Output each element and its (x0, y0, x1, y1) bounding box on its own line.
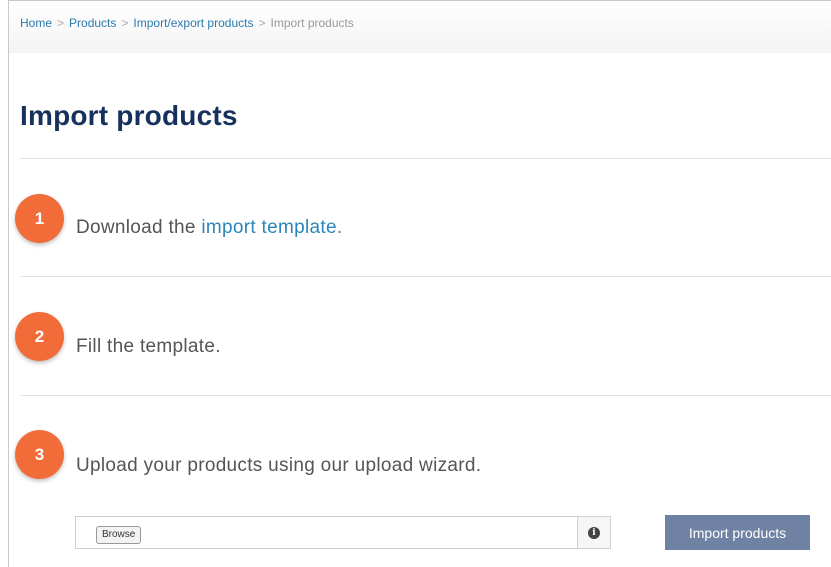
breadcrumb-bar: Home > Products > Import/export products > Imp… (9, 1, 831, 53)
divider (20, 395, 831, 396)
breadcrumb: Home > Products > Import/export products > Imp… (20, 16, 354, 30)
page-title: Import products (20, 100, 238, 131)
info-button[interactable]: i (577, 517, 610, 548)
step-3-badge: 3 (15, 430, 64, 479)
browse-button[interactable]: Browse (96, 526, 142, 544)
step-1-badge: 1 (15, 194, 64, 243)
breadcrumb-separator: > (57, 16, 65, 30)
import-template-link[interactable]: import template. (201, 217, 342, 238)
import-products-button[interactable]: Import products (665, 515, 810, 550)
divider (20, 158, 831, 159)
breadcrumb-current: Import products (270, 16, 354, 30)
info-icon: i (588, 526, 600, 539)
breadcrumb-separator: > (258, 16, 266, 30)
step-2-badge: 2 (15, 312, 64, 361)
file-upload-field[interactable]: Browse i (75, 516, 611, 549)
step-1-text: Download the import template. (76, 217, 342, 239)
step-1-label: Download the (76, 217, 202, 238)
breadcrumb-products[interactable]: Products (69, 16, 116, 30)
main-panel: Home > Products > Import/export products > Imp… (8, 0, 831, 567)
breadcrumb-home[interactable]: Home (20, 16, 52, 30)
breadcrumb-separator: > (121, 16, 129, 30)
divider (20, 276, 831, 277)
step-3-text: Upload your products using our upload wi… (76, 455, 482, 476)
step-2-text: Fill the template. (76, 336, 221, 357)
breadcrumb-import-export[interactable]: Import/export products (133, 16, 253, 30)
